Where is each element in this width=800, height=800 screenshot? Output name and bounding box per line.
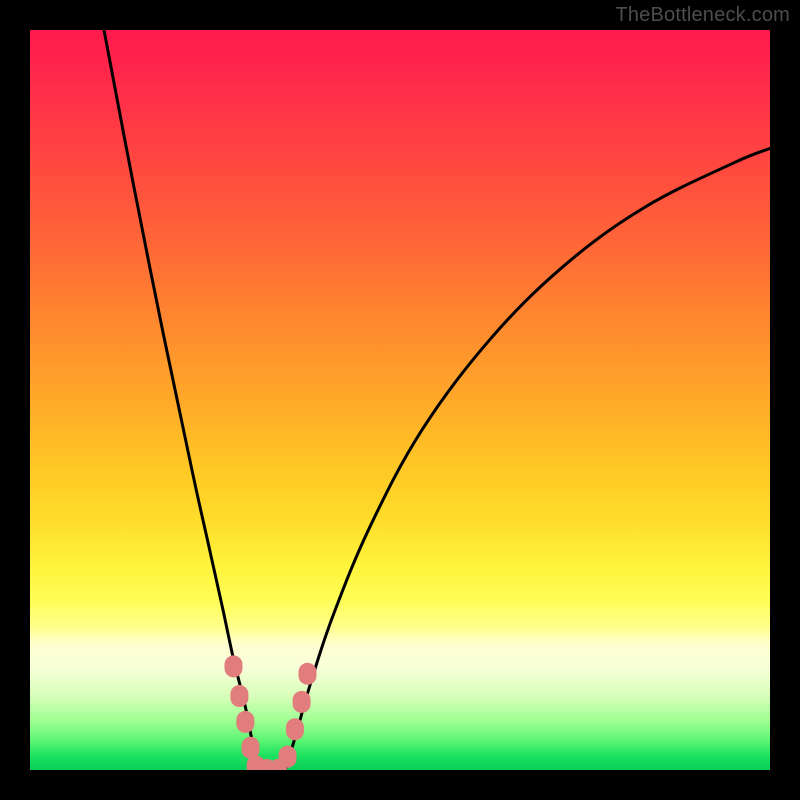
- marker-dot: [236, 711, 254, 733]
- marker-dot: [230, 685, 248, 707]
- curves-svg: [30, 30, 770, 770]
- chart-frame: TheBottleneck.com: [0, 0, 800, 800]
- marker-dot: [225, 655, 243, 677]
- valley-markers: [225, 655, 317, 770]
- marker-dot: [286, 718, 304, 740]
- marker-dot: [293, 691, 311, 713]
- marker-dot: [299, 663, 317, 685]
- marker-dot: [279, 746, 297, 768]
- plot-area: [30, 30, 770, 770]
- watermark-text: TheBottleneck.com: [615, 4, 790, 27]
- right-branch-curve: [285, 148, 770, 770]
